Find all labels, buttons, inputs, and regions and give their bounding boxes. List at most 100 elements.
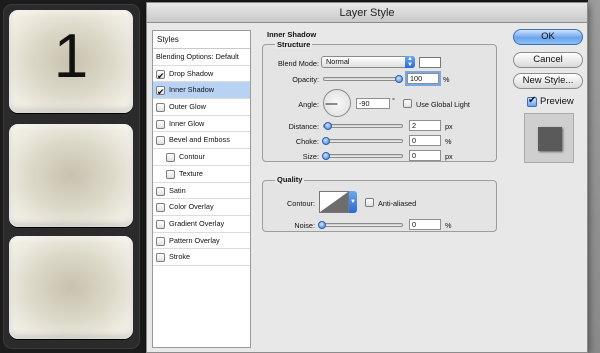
style-row-label: Inner Glow: [169, 118, 205, 128]
style-checkbox[interactable]: [156, 219, 165, 229]
choke-slider-thumb[interactable]: [322, 137, 330, 145]
style-checkbox[interactable]: [166, 169, 175, 179]
style-row[interactable]: Satin: [153, 183, 250, 200]
style-row[interactable]: Inner Shadow: [153, 82, 250, 100]
noise-unit: %: [445, 221, 452, 230]
style-row-label: Blending Options: Default: [156, 52, 239, 61]
document-canvas: 1: [0, 0, 146, 353]
noise-input[interactable]: 0: [409, 219, 441, 230]
anti-aliased-label: Anti-aliased: [378, 199, 417, 208]
opacity-unit: %: [443, 75, 450, 84]
cancel-button[interactable]: Cancel: [513, 52, 583, 68]
style-row[interactable]: Drop Shadow: [153, 66, 250, 84]
opacity-input[interactable]: 100: [407, 73, 439, 84]
section-title: Inner Shadow: [267, 30, 317, 39]
style-row[interactable]: Contour: [153, 149, 250, 166]
distance-slider-track[interactable]: [323, 124, 403, 128]
style-checkbox[interactable]: [156, 186, 165, 196]
opacity-slider-track[interactable]: [323, 77, 401, 81]
layer-style-dialog: Layer Style Styles Blending Options: Def…: [146, 2, 588, 353]
style-row-label: Texture: [179, 168, 203, 178]
style-checkbox[interactable]: [166, 153, 175, 163]
chevron-updown-icon: ▲ ▼: [405, 56, 415, 68]
angle-dial[interactable]: [323, 89, 351, 117]
angle-label: Angle:: [298, 100, 319, 109]
choke-input[interactable]: 0: [409, 135, 441, 146]
style-preview-thumbnail: [524, 113, 574, 163]
preview-label: Preview: [540, 96, 574, 107]
structure-title: Structure: [275, 40, 313, 49]
style-row[interactable]: Gradient Overlay: [153, 216, 250, 233]
preview-checkbox[interactable]: [527, 95, 537, 107]
style-checkbox[interactable]: [156, 253, 165, 263]
style-row-label: Contour: [179, 152, 205, 162]
tile-number: 1: [53, 22, 89, 91]
style-row-label: Outer Glow: [169, 102, 206, 112]
style-row[interactable]: Bevel and Emboss: [153, 132, 250, 150]
style-row-label: Drop Shadow: [169, 68, 214, 78]
style-checkbox[interactable]: [156, 236, 165, 246]
style-row[interactable]: Pattern Overlay: [153, 233, 250, 250]
style-row[interactable]: Color Overlay: [153, 199, 250, 216]
style-row-label: Inner Shadow: [169, 85, 215, 95]
contour-preview[interactable]: [319, 191, 349, 213]
style-row[interactable]: Texture: [153, 166, 250, 183]
dialog-title: Layer Style: [147, 3, 587, 23]
angle-input[interactable]: -90: [356, 98, 390, 109]
styles-header[interactable]: Styles: [153, 31, 250, 49]
anti-aliased-checkbox[interactable]: [365, 198, 374, 207]
opacity-slider-thumb[interactable]: [395, 75, 403, 83]
noise-label: Noise:: [294, 221, 315, 230]
size-label: Size:: [302, 152, 319, 161]
use-global-light-checkbox[interactable]: [403, 99, 412, 108]
style-row-label: Color Overlay: [169, 202, 214, 212]
style-row[interactable]: Outer Glow: [153, 99, 250, 116]
blend-mode-select[interactable]: Normal ▲ ▼: [321, 56, 415, 68]
blend-mode-value: Normal: [326, 57, 350, 66]
shadow-color-swatch[interactable]: [419, 57, 441, 68]
preview-swatch: [538, 127, 562, 151]
key-tile-3: [9, 236, 133, 339]
style-row-label: Bevel and Emboss: [169, 135, 230, 145]
style-row-label: Stroke: [169, 252, 191, 262]
style-checkbox[interactable]: [156, 203, 165, 213]
opacity-label: Opacity:: [292, 75, 319, 84]
styles-list: Styles Blending Options: Default Drop Sha…: [152, 30, 251, 348]
style-checkbox[interactable]: [156, 119, 165, 129]
choke-slider-track[interactable]: [323, 139, 403, 143]
background-strip: [588, 0, 600, 353]
size-slider-thumb[interactable]: [322, 152, 330, 160]
size-input[interactable]: 0: [409, 150, 441, 161]
distance-input[interactable]: 2: [409, 120, 441, 131]
style-row[interactable]: Blending Options: Default: [153, 49, 250, 66]
style-checkbox[interactable]: [156, 84, 165, 100]
choke-unit: %: [445, 137, 452, 146]
distance-unit: px: [445, 122, 453, 131]
choke-label: Choke:: [295, 137, 319, 146]
contour-label: Contour:: [287, 199, 315, 208]
noise-slider-thumb[interactable]: [318, 221, 326, 229]
style-row-label: Satin: [169, 185, 186, 195]
style-row-label: Pattern Overlay: [169, 235, 220, 245]
distance-slider-thumb[interactable]: [324, 122, 332, 130]
style-checkbox[interactable]: [156, 136, 165, 146]
new-style-button[interactable]: New Style...: [513, 73, 583, 89]
style-row[interactable]: Inner Glow: [153, 116, 250, 133]
style-row[interactable]: Stroke: [153, 249, 250, 266]
preview-toggle[interactable]: Preview: [527, 95, 587, 109]
ok-button[interactable]: OK: [513, 29, 583, 45]
key-tile-1: 1: [9, 10, 133, 113]
inner-shadow-panel: Inner Shadow Structure Blend Mode: Norma…: [259, 30, 501, 348]
blend-mode-label: Blend Mode:: [278, 59, 319, 68]
chevron-down-icon[interactable]: ▼: [349, 191, 357, 213]
size-unit: px: [445, 152, 453, 161]
angle-unit: °: [392, 96, 395, 105]
noise-slider-track[interactable]: [319, 223, 403, 227]
style-row-label: Gradient Overlay: [169, 218, 225, 228]
size-slider-track[interactable]: [323, 154, 403, 158]
quality-title: Quality: [275, 175, 305, 184]
style-checkbox[interactable]: [156, 103, 165, 113]
style-checkbox[interactable]: [156, 68, 165, 84]
distance-label: Distance:: [288, 122, 319, 131]
use-global-light-label: Use Global Light: [416, 100, 470, 109]
